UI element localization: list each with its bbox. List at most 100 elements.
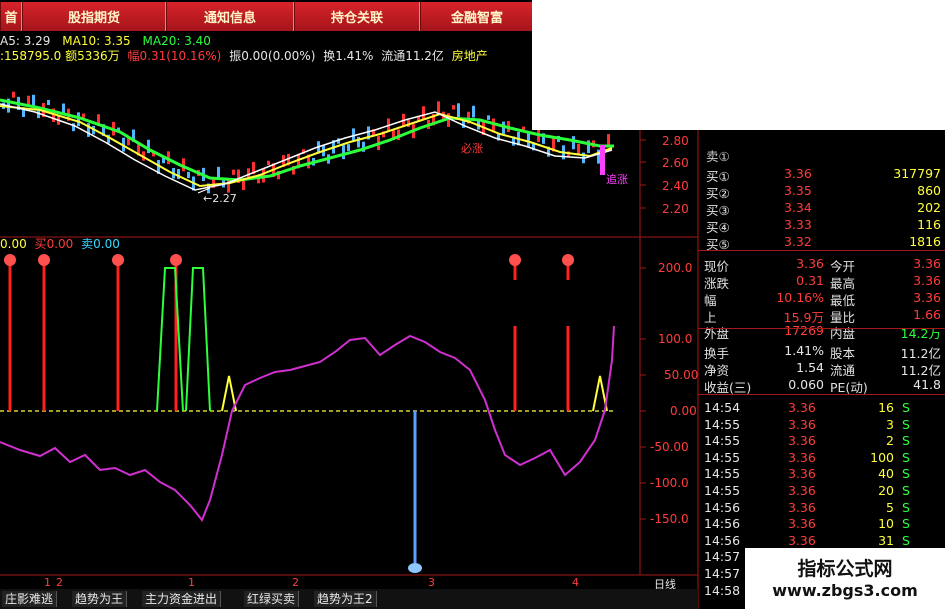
ma20-value: MA20: 3.40 [142, 34, 211, 48]
tick-row: 14:55 3.36 3 S [704, 417, 943, 433]
tick-time: 14:55 [704, 466, 741, 482]
stat-value: 3.36 [796, 256, 824, 271]
indicator-axis-label: -150.0 [650, 512, 689, 526]
oscillator-line [0, 325, 615, 522]
tick-time: 14:57 [704, 549, 741, 565]
buy-row: 买② 3.35 860 [706, 183, 943, 201]
down-candle [487, 115, 490, 120]
zhuizhang-label: 追涨 [606, 173, 628, 186]
stat-value: 1.66 [913, 307, 941, 322]
stat-value: 0.31 [796, 273, 824, 288]
tick-volume: 20 [878, 483, 894, 498]
tab-notice[interactable]: 通知信息 [166, 2, 294, 31]
volume-value: :158795.0 [0, 49, 62, 63]
down-candle [47, 99, 50, 106]
stat-row: 涨跌 0.31 最高 3.36 [704, 273, 943, 291]
divider [698, 250, 945, 251]
stat-row: 现价 3.36 今开 3.36 [704, 256, 943, 274]
indicator-axis-label: 0.00 [670, 404, 697, 418]
tick-side: S [902, 433, 910, 449]
indicator-axis-label: -50.00 [650, 440, 689, 454]
down-candle [342, 145, 345, 160]
tick-side: S [902, 400, 910, 415]
change-value: 幅0.31(10.16%) [127, 49, 222, 63]
tick-row: 14:55 3.36 40 S [704, 466, 943, 482]
down-candle [472, 105, 475, 118]
stat-row: 换手 1.41% 股本 11.2亿 [704, 343, 943, 361]
up-candle [437, 101, 440, 114]
tab-qushi2[interactable]: 趋势为王2 [314, 591, 377, 607]
buy-price: 3.34 [784, 200, 812, 215]
up-candle [82, 113, 85, 118]
tick-time: 14:56 [704, 499, 741, 515]
tab-zhuli[interactable]: 主力资金进出 [142, 591, 222, 607]
tick-time: 14:57 [704, 566, 741, 581]
tick-volume: 3 [886, 416, 894, 432]
buy-label: 买 [34, 237, 47, 251]
tick-side: S [902, 416, 910, 432]
tab-finance[interactable]: 金融智富 [420, 2, 534, 31]
x-axis-label: 4 [572, 576, 579, 589]
stat-label: 内盘 [830, 326, 856, 341]
tick-side: S [902, 449, 910, 465]
tab-index-futures[interactable]: 股指期货 [22, 2, 166, 31]
buy-volume: 860 [917, 183, 941, 198]
tick-volume: 40 [878, 466, 894, 482]
turnover-value: 换1.41% [323, 49, 374, 63]
tab-zhuangying[interactable]: 庄影难逃 [2, 591, 58, 607]
sell-value: 0.00 [93, 237, 120, 251]
down-candle [572, 136, 575, 150]
indicator-axis-label: 200.0 [658, 261, 693, 275]
up-candle [267, 160, 270, 166]
sell1-label: 卖① [706, 149, 730, 164]
stat-value: 17269 [784, 323, 824, 338]
amount-value: 额5336万 [65, 49, 120, 63]
indicator-tab-bar: 庄影难逃 趋势为王 主力资金进出 红绿买卖 趋势为王2 [0, 589, 698, 609]
tick-volume: 5 [886, 499, 894, 515]
candles [2, 91, 610, 194]
stat-row: 幅 10.16% 最低 3.36 [704, 290, 943, 308]
tick-volume: 31 [878, 532, 894, 548]
tick-row: 14:55 3.36 2 S [704, 433, 943, 449]
stat-row: 收益(三) 0.060 PE(动) 41.8 [704, 377, 943, 395]
tick-time: 14:55 [704, 433, 741, 449]
stock-terminal: 首 股指期货 通知信息 持仓关联 金融智富 A5: 3.29 MA10: 3.3… [0, 0, 945, 609]
buy-volume: 1816 [909, 234, 941, 249]
buy-row: 买③ 3.34 202 [706, 200, 943, 218]
up-candle [452, 105, 455, 110]
down-candle [347, 144, 350, 151]
bisheng-label: 必涨 [461, 142, 483, 155]
tick-time: 14:56 [704, 532, 741, 548]
price-axis-label: 2.60 [662, 156, 689, 170]
stat-value: 10.16% [776, 290, 824, 305]
divider [698, 394, 945, 395]
tab-home[interactable]: 首 [0, 2, 22, 31]
down-candle [527, 133, 530, 148]
watermark: 指标公式网 www.zbgs3.com [745, 548, 945, 609]
indicator-header: 0.00 买0.00 卖0.00 [0, 235, 120, 252]
buy-price: 3.33 [784, 217, 812, 232]
green-signal [156, 267, 211, 412]
ma-info-line: A5: 3.29 MA10: 3.35 MA20: 3.40 [0, 34, 211, 48]
tick-side: S [902, 466, 910, 482]
tick-time: 14:54 [704, 400, 741, 415]
buy-price: 3.35 [784, 183, 812, 198]
up-candle [577, 143, 580, 154]
stat-value: 1.41% [784, 343, 824, 358]
stat-row: 上 15.9万 量比 1.66 [704, 307, 943, 325]
buy-volume: 317797 [893, 166, 941, 181]
up-candle [422, 106, 425, 120]
tick-time: 14:56 [704, 516, 741, 532]
x-axis-label: 3 [428, 576, 435, 589]
tick-side: S [902, 516, 910, 532]
tick-time: 14:55 [704, 449, 741, 465]
stat-value: 14.2万 [900, 326, 941, 341]
tab-qushi[interactable]: 趋势为王 [72, 591, 128, 607]
tab-position-link[interactable]: 持仓关联 [294, 2, 420, 31]
ma10-value: MA10: 3.35 [62, 34, 131, 48]
tab-honglv[interactable]: 红绿买卖 [244, 591, 300, 607]
quote-info-line: :158795.0 额5336万 幅0.31(10.16%) 振0.00(0.0… [0, 47, 488, 64]
up-candle [12, 91, 15, 98]
tick-row: 14:55 3.36 20 S [704, 483, 943, 499]
x-axis-label: 2 [292, 576, 299, 589]
